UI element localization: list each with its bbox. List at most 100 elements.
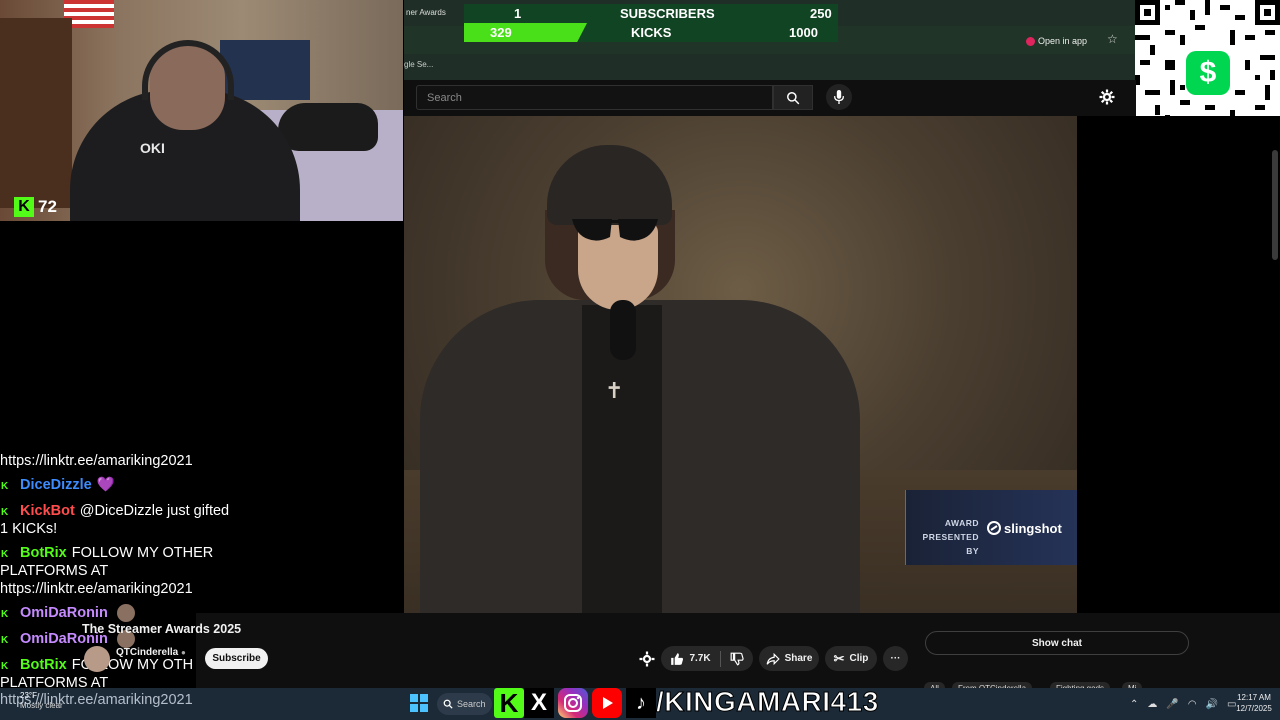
hoodie-text: OKI (140, 140, 165, 156)
kick-badge-icon: K (1, 481, 9, 492)
award-presented-by: AWARD PRESENTED BY (922, 518, 979, 556)
show-chat-button[interactable]: Show chat (925, 631, 1189, 655)
system-tray[interactable]: ⌃ ☁ 🎤 ◠ 🔊 ▭ (1130, 694, 1236, 714)
chat-message: PLATFORMS AT (0, 562, 108, 580)
kick-badge-icon: K (1, 549, 9, 560)
wifi-icon[interactable]: ◠ (1188, 699, 1197, 710)
kick-badge-icon: K (1, 609, 9, 620)
cross-necklace: ✝ (605, 378, 624, 403)
youtube-icon (592, 688, 622, 718)
taskbar-search-label: Search (457, 699, 486, 709)
voice-search-button[interactable] (826, 84, 852, 110)
settings-icon[interactable] (638, 650, 656, 668)
video-title: The Streamer Awards 2025 (82, 622, 242, 636)
kick-logo-icon: K (14, 197, 34, 217)
like-button[interactable]: 7.7K (670, 652, 711, 666)
chat-username[interactable]: BotRix (20, 545, 67, 561)
overlay-link: https://linktr.ee/amariking2021 (0, 692, 193, 708)
chat-username[interactable]: DiceDizzle (20, 477, 92, 493)
right-panel (1077, 116, 1280, 613)
chat-message: K DiceDizzle 💜 (0, 476, 115, 494)
taskbar-search[interactable]: Search (437, 693, 492, 715)
clock-time: 12:17 AM (1237, 693, 1271, 702)
chat-text: https://linktr.ee/amariking2021 (0, 453, 193, 469)
chat-message: K BotRix FOLLOW MY OTHER (0, 544, 213, 562)
chat-text: @DiceDizzle just gifted (79, 503, 230, 519)
clock-date: 12/7/2025 (1236, 704, 1272, 713)
kick-badge-icon: K (1, 635, 9, 646)
sponsor-name: slingshot (1004, 520, 1062, 536)
thumbs-up-icon (671, 652, 684, 665)
bookmark-star-icon[interactable]: ☆ (1107, 32, 1121, 48)
cashapp-icon: $ (1186, 51, 1230, 95)
thumbs-down-icon[interactable] (730, 652, 744, 666)
taskbar-clock[interactable]: 12:17 AM 12/7/2025 (1230, 692, 1278, 718)
kicks-label: KICKS (631, 25, 672, 40)
bookmarks-bar (404, 54, 1136, 80)
volume-icon[interactable]: 🔊 (1206, 699, 1218, 710)
windows-start-icon[interactable] (410, 694, 430, 714)
tiktok-icon: ♪ (626, 688, 656, 718)
chat-text: 💜 (96, 477, 115, 493)
kick-badge-icon: K (1, 661, 9, 672)
search-icon (787, 91, 800, 104)
microphone (610, 300, 636, 360)
more-actions-button[interactable]: ··· (883, 646, 908, 671)
kicks-goal: 1000 (789, 25, 818, 40)
chat-message: https://linktr.ee/amariking2021 (0, 580, 193, 598)
x-icon: X (524, 688, 554, 718)
microphone-icon (833, 90, 845, 104)
subscriber-label: SUBSCRIBERS (620, 6, 715, 21)
social-handle: /KINGAMARI413 (656, 686, 879, 718)
youtube-icon (1026, 36, 1035, 46)
chevron-up-icon[interactable]: ⌃ (1130, 699, 1138, 710)
chat-message: https://linktr.ee/amariking2021 (0, 452, 193, 470)
dog (278, 103, 378, 151)
open-in-app-label: Open in app (1038, 36, 1088, 46)
dresser (0, 18, 72, 208)
search-button[interactable] (773, 85, 813, 110)
emote-icon (116, 604, 135, 623)
subscriber-goal: 250 (810, 6, 832, 21)
instagram-icon (558, 688, 588, 718)
subscriber-current: 1 (514, 6, 522, 21)
channel-avatar[interactable] (84, 646, 110, 672)
share-icon (766, 652, 780, 665)
bookmark-item[interactable]: gle Se... (404, 60, 464, 72)
microphone-icon: 🎤 (1166, 698, 1179, 710)
open-in-app-button[interactable]: Open in app (1026, 33, 1100, 49)
subscribe-button[interactable]: Subscribe (205, 648, 268, 669)
like-count: 7.7K (689, 653, 711, 664)
kicks-current: 329 (490, 25, 512, 40)
chat-message: K OmiDaRonin (0, 604, 135, 623)
chat-message: 1 KICKs! (0, 520, 57, 538)
chat-message: K KickBot @DiceDizzle just gifted (0, 502, 229, 520)
viewer-count: K 72 (14, 196, 74, 218)
webcam-feed: OKI (0, 0, 403, 221)
share-button[interactable]: Share (759, 646, 819, 671)
cloud-icon: ☁ (1147, 698, 1158, 710)
chat-username[interactable]: OmiDaRonin (20, 605, 108, 621)
scrollbar[interactable] (1272, 150, 1278, 260)
kick-icon: K (494, 688, 524, 718)
chat-text: https://linktr.ee/amariking2021 (0, 581, 193, 597)
kicks-goal-fill (464, 23, 588, 42)
youtube-search-input[interactable]: Search (416, 85, 773, 110)
kick-badge-icon: K (1, 507, 9, 518)
sponsor-icon (987, 521, 1001, 535)
sunglasses (568, 213, 662, 243)
chat-text: 1 KICKs! (0, 521, 58, 537)
like-dislike-group: 7.7K (661, 646, 753, 671)
clip-label: Clip (849, 653, 869, 664)
clip-button[interactable]: ✂ Clip (825, 646, 877, 671)
chat-text: FOLLOW MY OTHER (71, 545, 214, 561)
search-icon (443, 699, 453, 709)
chat-username[interactable]: BotRix (20, 657, 67, 673)
chat-username[interactable]: KickBot (20, 503, 75, 519)
gear-icon[interactable] (1098, 88, 1116, 106)
chat-text: PLATFORMS AT (0, 563, 109, 579)
verified-icon: ● (181, 648, 186, 657)
scissors-icon: ✂ (833, 650, 845, 666)
sponsor-logo: slingshot (987, 519, 1072, 537)
share-label: Share (784, 653, 813, 664)
